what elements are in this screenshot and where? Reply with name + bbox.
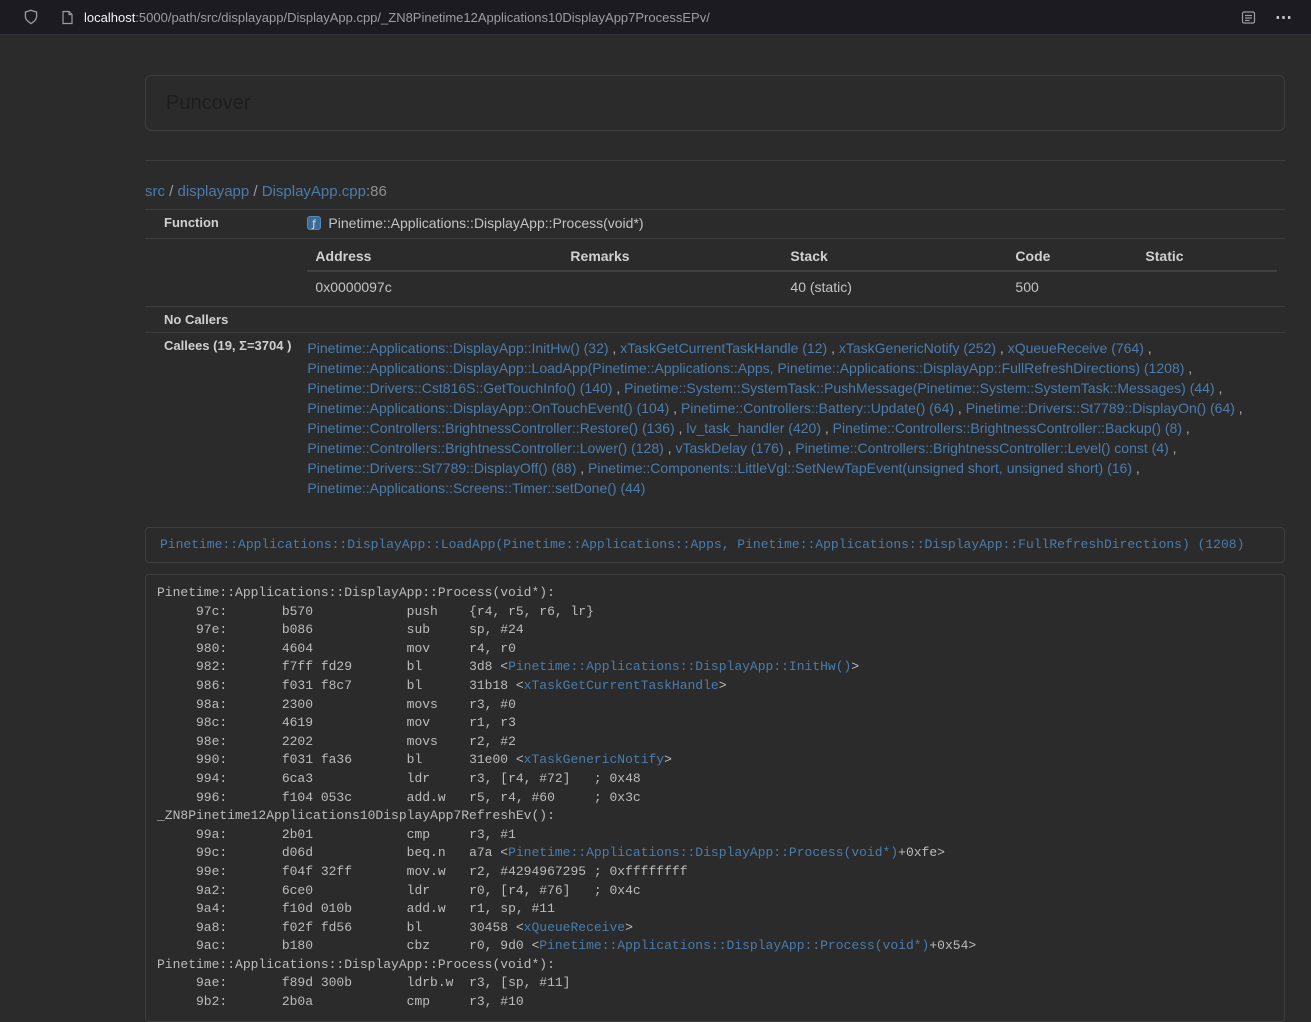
breadcrumb-link-src[interactable]: src [145,183,165,200]
callee-link[interactable]: Pinetime::Controllers::BrightnessControl… [833,420,1182,436]
metrics-table: Address Remarks Stack Code Static 0x0000… [307,244,1277,301]
callee-separator: , [996,340,1008,356]
callee-link[interactable]: lv_task_handler (420) [686,420,821,436]
disassembly-code-block: Pinetime::Applications::DisplayApp::Proc… [145,574,1285,1022]
callee-link[interactable]: xQueueReceive (764) [1008,340,1144,356]
callee-link[interactable]: Pinetime::System::SystemTask::PushMessag… [624,380,1215,396]
code-symbol-link[interactable]: Pinetime::Applications::DisplayApp::Proc… [508,845,898,860]
function-table: Function ƒ Pinetime::Applications::Displ… [145,209,1285,503]
metrics-data-row: 0x0000097c 40 (static) 500 [307,271,1277,301]
callee-separator: , [827,340,839,356]
col-header-stack: Stack [782,244,1007,271]
url-path: :5000/path/src/displayapp/DisplayApp.cpp… [135,10,710,25]
url-domain: localhost [84,10,135,25]
callee-link[interactable]: Pinetime::Applications::Screens::Timer::… [307,480,645,496]
function-label: Function [145,210,299,239]
page-info-icon[interactable] [56,6,78,28]
callee-separator: , [576,460,588,476]
col-header-address: Address [307,244,562,271]
callee-link[interactable]: Pinetime::Components::LittleVgl::SetNewT… [588,460,1132,476]
code-symbol-link[interactable]: Pinetime::Applications::DisplayApp::Init… [508,659,851,674]
no-callers-label: No Callers [145,307,299,333]
callee-link[interactable]: Pinetime::Controllers::BrightnessControl… [307,420,674,436]
callee-separator: , [612,380,624,396]
address-value: 0x0000097c [307,271,562,301]
callee-separator: , [1184,360,1192,376]
callees-label: Callees (19, Σ=3704 ) [145,333,299,504]
callee-link[interactable]: vTaskDelay (176) [675,440,783,456]
callee-link[interactable]: Pinetime::Applications::DisplayApp::OnTo… [307,400,669,416]
callee-separator: , [669,400,681,416]
callee-separator: , [1235,400,1243,416]
function-name: Pinetime::Applications::DisplayApp::Proc… [328,215,643,231]
page-header: Puncover [145,75,1285,131]
callee-link[interactable]: Pinetime::Controllers::BrightnessControl… [795,440,1168,456]
page-container: Puncover src / displayapp / DisplayApp.c… [145,75,1285,1022]
col-header-code: Code [1007,244,1137,271]
reader-view-icon[interactable] [1237,6,1259,28]
remarks-value [562,271,782,301]
code-symbol-link[interactable]: xTaskGenericNotify [524,752,664,767]
breadcrumb-separator: / [249,183,262,200]
callee-separator: , [1169,440,1177,456]
callee-separator: , [1132,460,1140,476]
callee-separator: , [1215,380,1223,396]
breadcrumb-link-file[interactable]: DisplayApp.cpp [262,183,366,200]
callee-separator: , [784,440,796,456]
breadcrumb: src / displayapp / DisplayApp.cpp:86 [145,183,1285,200]
callees-list: Pinetime::Applications::DisplayApp::Init… [307,338,1277,498]
callee-separator: , [1182,420,1190,436]
callee-link[interactable]: Pinetime::Applications::DisplayApp::Init… [307,340,608,356]
header-divider [145,160,1285,161]
callee-separator: , [821,420,833,436]
breadcrumb-separator: / [165,183,178,200]
callee-separator: , [1144,340,1152,356]
page-title: Puncover [166,91,1264,115]
callee-link[interactable]: Pinetime::Drivers::St7789::DisplayOff() … [307,460,576,476]
highlight-panel: Pinetime::Applications::DisplayApp::Load… [145,527,1285,563]
no-callers-row: No Callers [145,307,1285,333]
highlighted-symbol-link[interactable]: Pinetime::Applications::DisplayApp::Load… [160,537,1244,552]
code-symbol-link[interactable]: xQueueReceive [524,920,625,935]
function-icon: ƒ [307,216,321,233]
col-header-static: Static [1137,244,1277,271]
breadcrumb-link-displayapp[interactable]: displayapp [178,183,250,200]
callee-separator: , [954,400,966,416]
breadcrumb-line-number: :86 [366,183,387,200]
callees-row: Callees (19, Σ=3704 ) Pinetime::Applicat… [145,333,1285,504]
stack-value: 40 (static) [782,271,1007,301]
browser-chrome: localhost:5000/path/src/displayapp/Displ… [0,0,1311,35]
callee-link[interactable]: Pinetime::Drivers::Cst816S::GetTouchInfo… [307,380,612,396]
callee-link[interactable]: xTaskGenericNotify (252) [839,340,996,356]
callee-link[interactable]: xTaskGetCurrentTaskHandle (12) [620,340,827,356]
callee-separator: , [675,420,687,436]
overflow-menu-icon[interactable]: ⋯ [1271,7,1297,28]
tracking-protection-shield-icon[interactable] [20,6,42,28]
svg-text:ƒ: ƒ [312,219,317,230]
col-header-remarks: Remarks [562,244,782,271]
function-row: Function ƒ Pinetime::Applications::Displ… [145,210,1285,239]
metrics-row: Address Remarks Stack Code Static 0x0000… [145,239,1285,307]
code-symbol-link[interactable]: xTaskGetCurrentTaskHandle [524,678,719,693]
static-value [1137,271,1277,301]
callee-link[interactable]: Pinetime::Controllers::BrightnessControl… [307,440,663,456]
callee-link[interactable]: Pinetime::Applications::DisplayApp::Load… [307,360,1184,376]
code-symbol-link[interactable]: Pinetime::Applications::DisplayApp::Proc… [539,938,929,953]
url-bar[interactable]: localhost:5000/path/src/displayapp/Displ… [56,6,1237,28]
callee-separator: , [609,340,621,356]
callee-link[interactable]: Pinetime::Controllers::Battery::Update()… [681,400,954,416]
callee-link[interactable]: Pinetime::Drivers::St7789::DisplayOn() (… [966,400,1235,416]
metrics-row-label [145,239,299,307]
url-text: localhost:5000/path/src/displayapp/Displ… [84,10,710,25]
code-value: 500 [1007,271,1137,301]
callee-separator: , [664,440,676,456]
